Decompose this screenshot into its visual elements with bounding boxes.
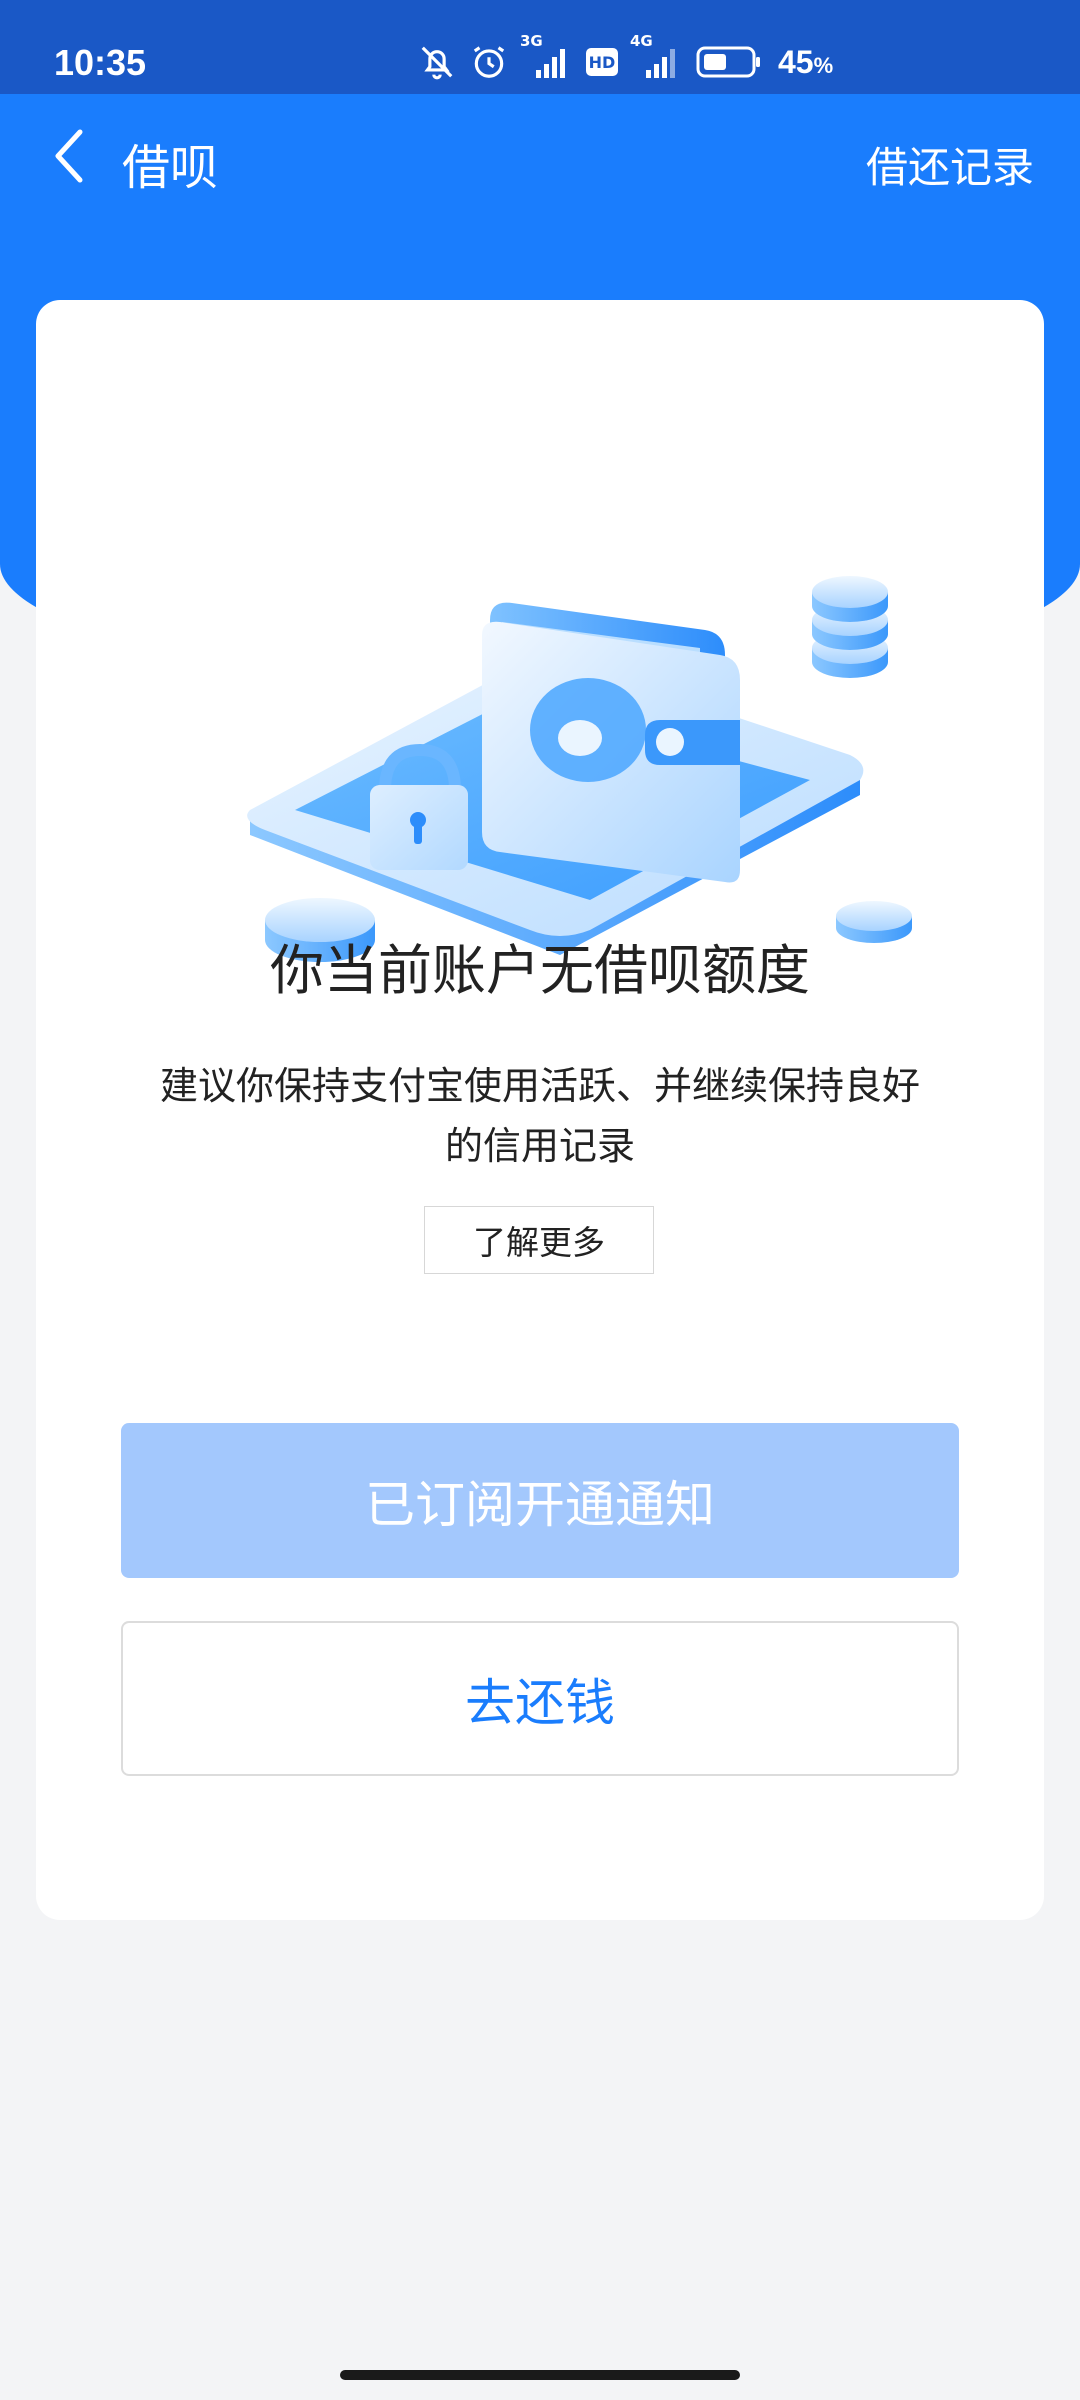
main-card: 你当前账户无借呗额度 建议你保持支付宝使用活跃、并继续保持良好的信用记录 了解更… (36, 300, 1044, 1920)
page-title: 借呗 (122, 140, 219, 196)
credit-advice-text: 建议你保持支付宝使用活跃、并继续保持良好的信用记录 (159, 1064, 920, 1168)
no-credit-headline: 你当前账户无借呗额度 (270, 939, 810, 1002)
signal-4g-icon: 4G (630, 32, 682, 80)
coin-stack (812, 576, 888, 678)
hd-icon: HD (586, 48, 618, 76)
learn-more-button[interactable]: 了解更多 (424, 1206, 654, 1274)
back-button[interactable] (38, 126, 102, 190)
signal-3g-icon: 3G (520, 32, 572, 80)
status-icons: 3G HD 4G 45% (418, 32, 833, 86)
battery-percent-value: 45 (778, 43, 814, 80)
battery-percent: 45% (778, 44, 833, 81)
hd-label: HD (588, 52, 616, 72)
status-bar: 10:35 3G HD 4G 45% (0, 0, 1080, 94)
network-3g-label: 3G (520, 32, 543, 50)
battery-icon (696, 45, 762, 79)
alarm-icon (470, 43, 508, 81)
battery-percent-unit: % (813, 52, 834, 78)
wallet-lock-coins-illustration (220, 450, 940, 990)
chevron-left-icon (48, 126, 92, 190)
borrow-repay-records-link[interactable]: 借还记录 (866, 134, 1034, 195)
status-time: 10:35 (54, 42, 147, 83)
repay-button[interactable]: 去还钱 (121, 1621, 959, 1776)
network-4g-label: 4G (630, 32, 653, 50)
bell-off-icon (418, 43, 456, 81)
home-indicator[interactable] (340, 2370, 740, 2380)
subscribed-notification-button[interactable]: 已订阅开通通知 (121, 1423, 959, 1578)
